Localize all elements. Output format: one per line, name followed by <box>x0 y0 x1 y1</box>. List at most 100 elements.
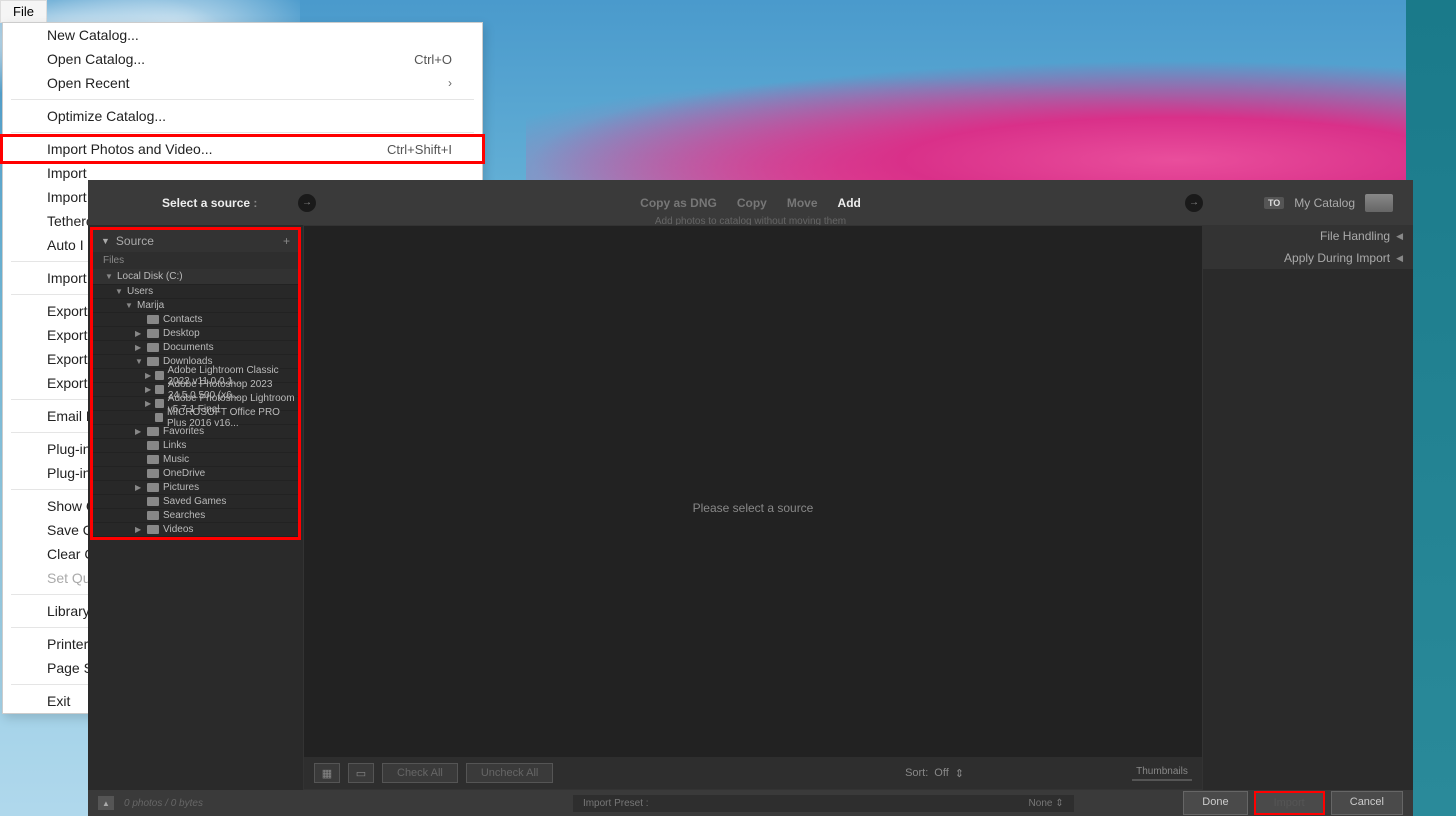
menu-label: Import Photos and Video... <box>47 141 213 157</box>
tree-local-disk[interactable]: ▼Local Disk (C:) <box>93 269 298 285</box>
file-menu-tab[interactable]: File <box>0 0 47 23</box>
triangle-right-icon: ▶ <box>135 483 143 492</box>
right-panel: File Handling ◀ Apply During Import ◀ <box>1203 225 1413 790</box>
source-panel-header[interactable]: ▼ Source + <box>93 230 298 252</box>
expand-toggle-button[interactable]: ▲ <box>98 796 114 810</box>
tree-contacts[interactable]: Contacts <box>93 313 298 327</box>
triangle-right-icon: ▶ <box>135 329 143 338</box>
nav-arrow-right-icon[interactable]: → <box>1185 194 1203 212</box>
folder-icon <box>155 413 163 422</box>
panel-title: File Handling <box>1320 229 1390 243</box>
tree-label: Music <box>163 454 189 465</box>
menu-label: Plug-in <box>47 465 91 481</box>
menu-optimize-catalog[interactable]: Optimize Catalog... <box>3 104 482 128</box>
cancel-button[interactable]: Cancel <box>1331 791 1403 815</box>
triangle-down-icon: ▼ <box>101 236 110 246</box>
tree-label: Pictures <box>163 482 199 493</box>
folder-icon <box>147 427 159 436</box>
menu-label: Export. <box>47 303 91 319</box>
menu-shortcut: Ctrl+Shift+I <box>387 142 452 157</box>
uncheck-all-button[interactable]: Uncheck All <box>466 763 553 783</box>
apply-during-import-panel[interactable]: Apply During Import ◀ <box>1203 247 1413 269</box>
triangle-left-icon: ◀ <box>1396 253 1403 264</box>
tree-links[interactable]: Links <box>93 439 298 453</box>
menu-label: Exit <box>47 693 70 709</box>
menu-label: Auto I <box>47 237 84 253</box>
empty-state-message: Please select a source <box>693 501 814 515</box>
center-toolbar: ▦ ▭ Check All Uncheck All Sort: Off ⇕ Th… <box>304 757 1202 789</box>
folder-icon <box>155 385 164 394</box>
folder-icon <box>147 525 159 534</box>
folder-icon <box>147 343 159 352</box>
folder-icon <box>147 455 159 464</box>
menu-separator <box>11 99 474 100</box>
grid-view-button[interactable]: ▦ <box>314 763 340 783</box>
menu-new-catalog[interactable]: New Catalog... <box>3 23 482 47</box>
tree-download-item[interactable]: MICROSOFT Office PRO Plus 2016 v16... <box>93 411 298 425</box>
panel-title: Source <box>116 234 154 248</box>
plus-icon[interactable]: + <box>283 234 290 248</box>
triangle-down-icon: ▼ <box>135 357 143 366</box>
tree-label: Links <box>163 440 186 451</box>
mode-add[interactable]: Add <box>838 196 861 210</box>
tree-desktop[interactable]: ▶ Desktop <box>93 327 298 341</box>
menu-shortcut: Ctrl+O <box>414 52 452 67</box>
done-button[interactable]: Done <box>1183 791 1247 815</box>
tree-label: Marija <box>137 300 164 311</box>
mode-copy[interactable]: Copy <box>737 196 767 210</box>
import-dialog: Select a source → Copy as DNG Copy Move … <box>88 180 1413 816</box>
tree-documents[interactable]: ▶Documents <box>93 341 298 355</box>
tree-searches[interactable]: Searches <box>93 509 298 523</box>
tree-music[interactable]: Music <box>93 453 298 467</box>
menu-import-photos[interactable]: Import Photos and Video... Ctrl+Shift+I <box>0 134 485 164</box>
tree-label: Users <box>127 286 153 297</box>
tree-user[interactable]: ▼Marija <box>93 299 298 313</box>
triangle-right-icon: ▶ <box>145 399 151 408</box>
folder-icon <box>147 483 159 492</box>
tree-videos[interactable]: ▶Videos <box>93 523 298 537</box>
dialog-buttons: Done Import Cancel <box>1183 791 1403 815</box>
import-preset-selector[interactable]: Import Preset : None ⇕ <box>573 795 1074 812</box>
source-panel-highlighted: ▼ Source + Files ▼Local Disk (C:) ▼Users… <box>90 227 301 540</box>
triangle-down-icon: ▼ <box>105 272 113 281</box>
loupe-view-button[interactable]: ▭ <box>348 763 374 783</box>
thumbnail-slider[interactable] <box>1132 779 1192 781</box>
import-button[interactable]: Import <box>1254 791 1325 815</box>
folder-tree: ▼Local Disk (C:) ▼Users ▼Marija Contacts… <box>93 269 298 537</box>
menu-label: Import <box>47 189 87 205</box>
left-panel: ▼ Source + Files ▼Local Disk (C:) ▼Users… <box>88 225 303 790</box>
tree-saved-games[interactable]: Saved Games <box>93 495 298 509</box>
folder-icon <box>147 511 159 520</box>
thumbnail-size-control[interactable]: Thumbnails <box>1132 766 1192 781</box>
panel-title: Apply During Import <box>1284 251 1390 265</box>
tree-label: Desktop <box>163 328 200 339</box>
tree-pictures[interactable]: ▶ Pictures <box>93 481 298 495</box>
tree-label: Documents <box>163 342 214 353</box>
mode-copy-dng[interactable]: Copy as DNG <box>640 196 717 210</box>
menu-label: Export <box>47 327 87 343</box>
file-handling-panel[interactable]: File Handling ◀ <box>1203 225 1413 247</box>
tree-users[interactable]: ▼ Users <box>93 285 298 299</box>
menu-open-catalog[interactable]: Open Catalog... Ctrl+O <box>3 47 482 71</box>
sort-label: Sort: <box>905 767 928 779</box>
menu-label: New Catalog... <box>47 27 139 43</box>
photo-count: 0 photos / 0 bytes <box>124 798 203 809</box>
sort-value: Off <box>934 767 948 779</box>
tree-onedrive[interactable]: OneDrive <box>93 467 298 481</box>
menu-label: Set Qu <box>47 570 91 586</box>
nav-arrow-right-icon[interactable]: → <box>298 194 316 212</box>
menu-open-recent[interactable]: Open Recent› <box>3 71 482 95</box>
menu-label: Tethere <box>47 213 94 229</box>
mode-move[interactable]: Move <box>787 196 818 210</box>
folder-icon <box>147 469 159 478</box>
catalog-destination[interactable]: TO My Catalog <box>1264 194 1393 212</box>
to-badge: TO <box>1264 197 1284 209</box>
check-all-button[interactable]: Check All <box>382 763 458 783</box>
triangle-down-icon: ▼ <box>115 287 123 296</box>
menu-label: Optimize Catalog... <box>47 108 166 124</box>
sort-control[interactable]: Sort: Off ⇕ <box>905 767 964 780</box>
import-body: ▼ Source + Files ▼Local Disk (C:) ▼Users… <box>88 225 1413 790</box>
catalog-name: My Catalog <box>1294 196 1355 210</box>
menu-label: Open Catalog... <box>47 51 145 67</box>
select-source-label[interactable]: Select a source <box>162 196 257 210</box>
